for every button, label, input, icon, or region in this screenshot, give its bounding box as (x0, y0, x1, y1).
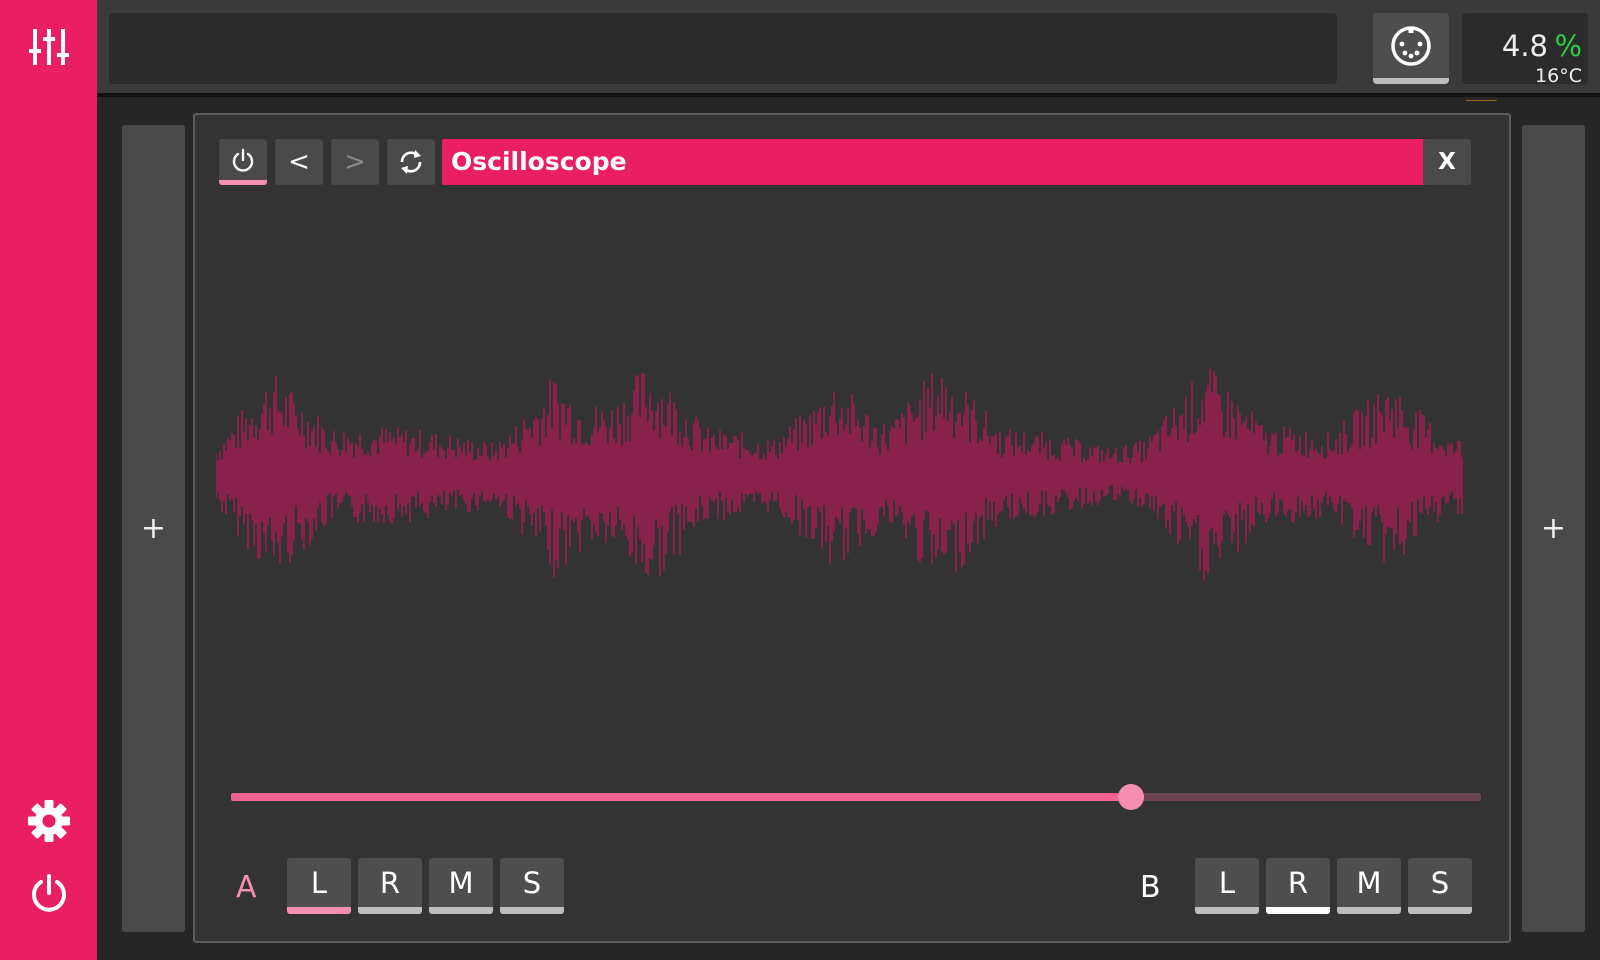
reload-button[interactable] (387, 139, 435, 185)
channel-a-left-button[interactable]: L (287, 858, 351, 914)
channel-a-right-button[interactable]: R (358, 858, 422, 914)
channel-a-side-button[interactable]: S (500, 858, 564, 914)
timebase-slider[interactable] (231, 784, 1481, 810)
channel-a-label: A (236, 870, 257, 905)
channel-b-left-button[interactable]: L (1195, 858, 1259, 914)
temperature-value: 16°C (1535, 65, 1582, 87)
sidebar (0, 0, 97, 960)
channel-a-mid-button[interactable]: M (429, 858, 493, 914)
channel-b-side-button[interactable]: S (1408, 858, 1472, 914)
midi-button[interactable] (1373, 13, 1449, 84)
power-icon (232, 148, 254, 172)
channel-b-mid-button[interactable]: M (1337, 858, 1401, 914)
cpu-status[interactable]: 4.8 % 16°C ____ (1462, 13, 1588, 101)
refresh-icon (400, 150, 422, 174)
oscilloscope-waveform (216, 368, 1463, 581)
settings-gear-icon[interactable] (24, 796, 74, 846)
status-display (109, 13, 1337, 84)
cpu-load-unit: % (1554, 29, 1582, 63)
midi-din-icon (1391, 25, 1431, 66)
next-button[interactable]: > (331, 139, 379, 185)
slider-fill (231, 793, 1131, 801)
plugin-panel: < > Oscilloscope X A L R M S B L R M S (193, 113, 1511, 943)
plugin-title: Oscilloscope (442, 139, 1438, 185)
cpu-load-value: 4.8 (1501, 29, 1548, 63)
power-icon[interactable] (24, 868, 74, 918)
mixer-icon[interactable] (24, 22, 74, 72)
previous-button[interactable]: < (275, 139, 323, 185)
close-button[interactable]: X (1423, 139, 1471, 185)
channel-b-right-button[interactable]: R (1266, 858, 1330, 914)
channel-b-label: B (1140, 870, 1161, 905)
add-left-button[interactable]: + (122, 125, 185, 932)
slider-thumb[interactable] (1118, 784, 1144, 810)
top-bar: 4.8 % 16°C ____ (97, 0, 1600, 101)
xrun-indicator: ____ (1466, 85, 1497, 101)
bypass-power-button[interactable] (219, 139, 267, 185)
add-right-button[interactable]: + (1522, 125, 1585, 932)
